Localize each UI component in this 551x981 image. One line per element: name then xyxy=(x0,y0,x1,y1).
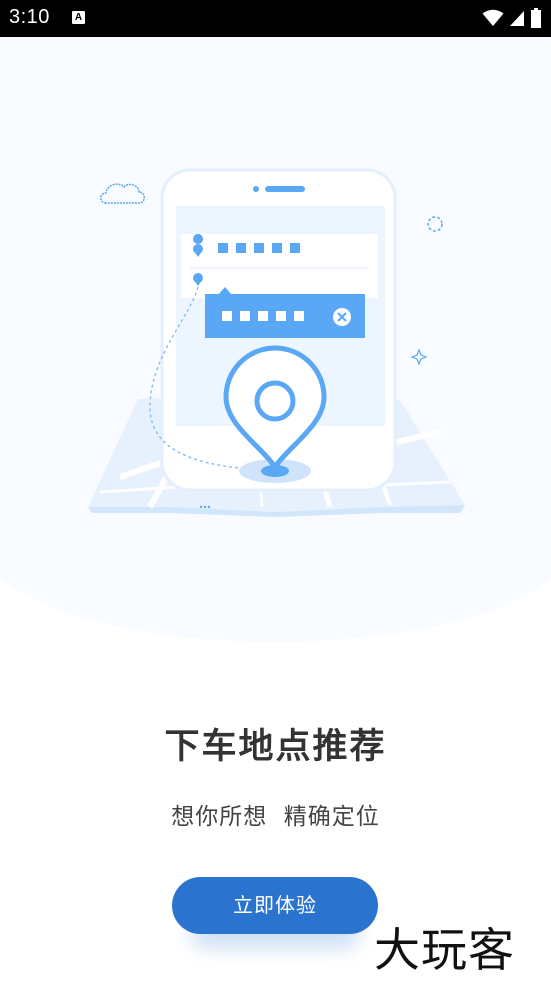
address-card xyxy=(181,234,378,298)
map-illustration xyxy=(88,168,465,517)
cloud-icon xyxy=(100,183,145,204)
sparkle-icon xyxy=(410,348,428,366)
status-bar: 3:10 A xyxy=(0,0,551,37)
suggestion-tooltip xyxy=(205,287,365,338)
close-circle-icon xyxy=(333,308,351,326)
dots-icon xyxy=(199,505,211,509)
battery-icon xyxy=(531,8,541,28)
watermark-logo: 大玩客 xyxy=(374,923,515,977)
notification-a-icon: A xyxy=(72,11,85,24)
status-time: 3:10 xyxy=(9,6,50,28)
try-now-button[interactable]: 立即体验 xyxy=(172,877,378,934)
wifi-icon xyxy=(482,9,504,26)
feature-subtitle: 想你所想 精确定位 xyxy=(171,804,380,830)
signal-icon xyxy=(509,11,524,26)
feature-title: 下车地点推荐 xyxy=(164,727,387,767)
ring-icon xyxy=(427,216,443,232)
status-icons xyxy=(482,7,542,29)
